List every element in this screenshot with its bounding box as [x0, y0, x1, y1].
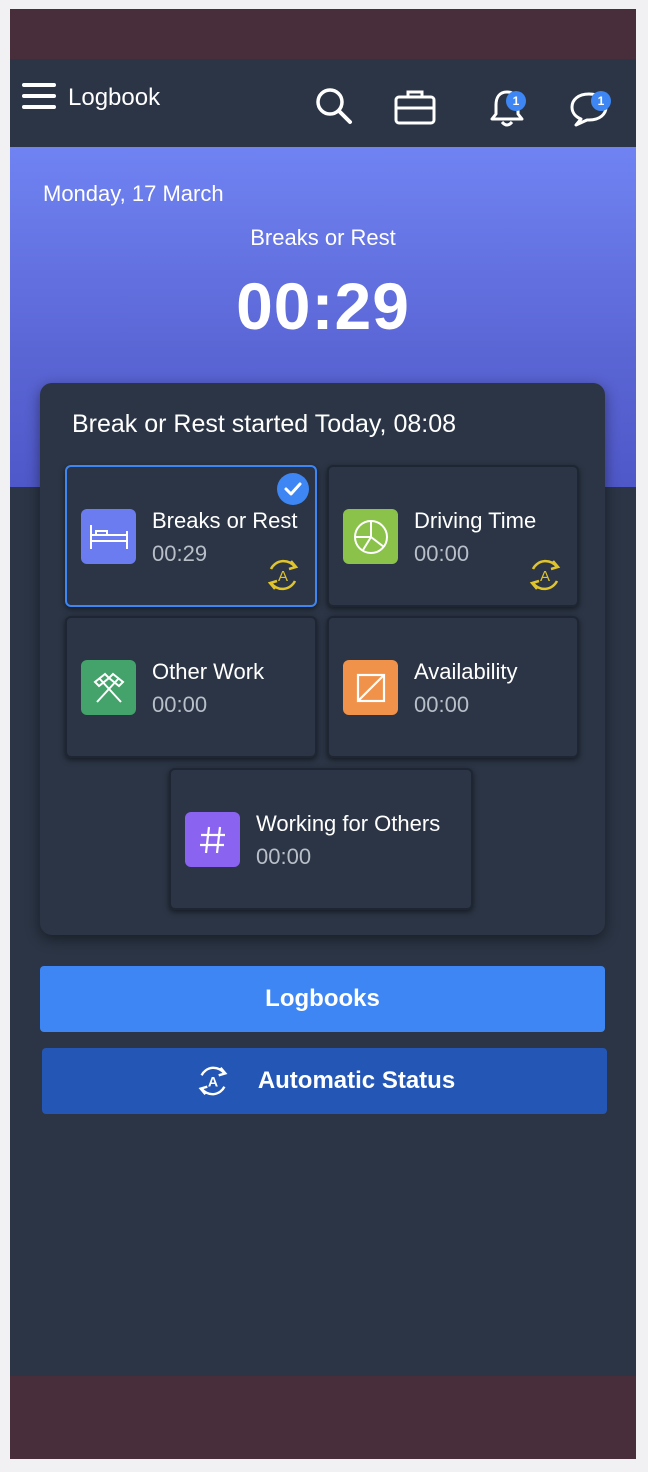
tile-label: Driving Time	[414, 508, 537, 533]
menu-icon[interactable]	[22, 81, 58, 115]
tile-label: Availability	[414, 659, 518, 684]
svg-text:A: A	[208, 1075, 218, 1091]
automatic-status-button[interactable]: A Automatic Status	[42, 1048, 607, 1114]
tile-time: 00:00	[152, 692, 208, 717]
availability-icon	[343, 660, 398, 715]
notifications-badge: 1	[506, 91, 526, 111]
activity-tile-breaks-or-rest[interactable]: Breaks or Rest 00:29 A	[65, 465, 317, 607]
activity-tile-availability[interactable]: Availability 00:00	[327, 616, 579, 758]
tile-time: 00:00	[256, 844, 312, 869]
automatic-status-icon: A	[263, 555, 303, 600]
automatic-status-label: Automatic Status	[257, 1067, 456, 1094]
messages-badge: 1	[591, 91, 611, 111]
activity-card-title: Break or Rest started Today, 08:08	[72, 410, 457, 438]
status-bar	[10, 9, 636, 59]
hash-icon	[185, 812, 240, 867]
steering-wheel-icon	[343, 509, 398, 564]
tile-label: Other Work	[152, 659, 265, 684]
current-status-label: Breaks or Rest	[250, 225, 396, 250]
automatic-status-icon: A	[525, 555, 565, 600]
tile-time: 00:00	[414, 692, 470, 717]
svg-text:A: A	[278, 568, 288, 585]
tile-time: 00:00	[414, 541, 470, 566]
activity-tile-other-work[interactable]: Other Work 00:00	[65, 616, 317, 758]
selected-check-icon	[277, 473, 309, 505]
current-status-timer: 00:29	[236, 269, 410, 343]
hammers-icon	[81, 660, 136, 715]
tile-time: 00:29	[152, 541, 208, 566]
page-title: Logbook	[68, 84, 161, 111]
logbooks-button[interactable]: Logbooks	[40, 966, 605, 1032]
system-navigation-bar	[10, 1376, 636, 1459]
current-date: Monday, 17 March	[43, 181, 224, 206]
activity-tile-driving-time[interactable]: Driving Time 00:00 A	[327, 465, 579, 607]
tile-label: Breaks or Rest	[152, 508, 298, 533]
search-icon[interactable]	[314, 86, 354, 131]
bed-icon	[81, 509, 136, 564]
briefcase-icon[interactable]	[393, 88, 437, 131]
svg-text:A: A	[540, 568, 550, 585]
activity-tile-working-for-others[interactable]: Working for Others 00:00	[169, 768, 473, 910]
automatic-status-icon: A	[198, 1066, 228, 1096]
tile-label: Working for Others	[256, 811, 441, 836]
